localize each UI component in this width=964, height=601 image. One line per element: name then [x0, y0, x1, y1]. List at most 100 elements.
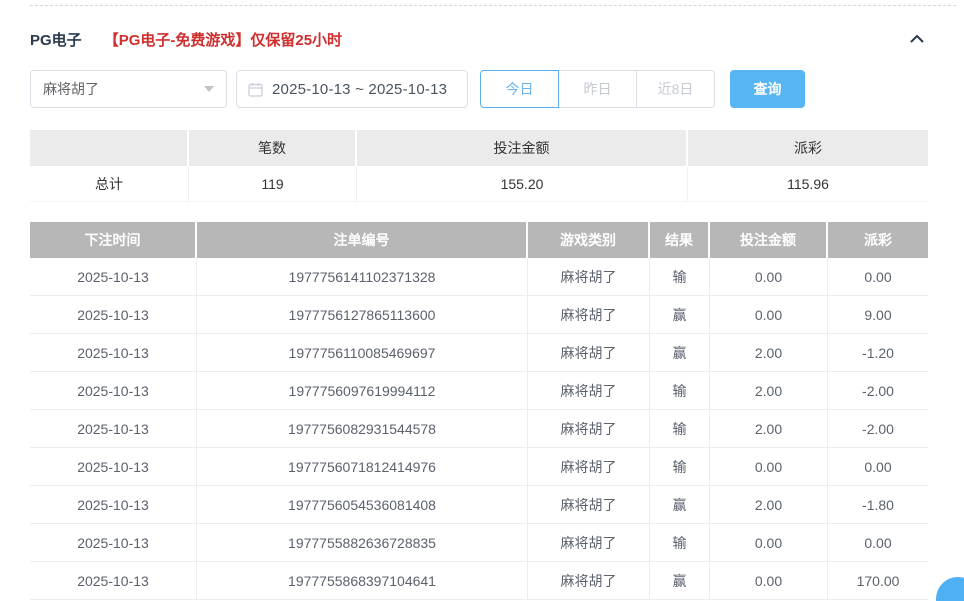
cell-bet-id: 1977756127865113600 — [197, 296, 528, 334]
retention-notice: 【PG电子-免费游戏】仅保留25小时 — [104, 29, 342, 50]
summary-header-bet-amount: 投注金额 — [357, 130, 688, 166]
col-bet-time: 下注时间 — [30, 222, 197, 258]
cell-payout: 170.00 — [828, 562, 928, 600]
cell-game-type: 麻将胡了 — [528, 334, 650, 372]
cell-game-type: 麻将胡了 — [528, 258, 650, 296]
cell-result: 赢 — [650, 296, 710, 334]
summary-header-count: 笔数 — [189, 130, 357, 166]
summary-total-bet-amount: 155.20 — [357, 166, 688, 202]
cell-result: 输 — [650, 372, 710, 410]
cell-bet-amount: 0.00 — [710, 562, 828, 600]
cell-bet-time: 2025-10-13 — [30, 524, 197, 562]
col-bet-amount: 投注金额 — [710, 222, 828, 258]
col-game-type: 游戏类别 — [528, 222, 650, 258]
cell-bet-amount: 0.00 — [710, 296, 828, 334]
cell-bet-time: 2025-10-13 — [30, 334, 197, 372]
cell-payout: -1.20 — [828, 334, 928, 372]
cell-payout: -2.00 — [828, 410, 928, 448]
summary-total-payout: 115.96 — [688, 166, 928, 202]
summary-table: 笔数 投注金额 派彩 总计 119 155.20 115.96 — [30, 130, 928, 202]
cell-bet-time: 2025-10-13 — [30, 448, 197, 486]
cell-result: 赢 — [650, 486, 710, 524]
yesterday-button[interactable]: 昨日 — [558, 70, 637, 108]
caret-down-icon — [204, 86, 214, 92]
cell-bet-id: 1977756071812414976 — [197, 448, 528, 486]
cell-game-type: 麻将胡了 — [528, 562, 650, 600]
panel-header: PG电子 【PG电子-免费游戏】仅保留25小时 — [30, 28, 928, 50]
table-row: 2025-10-13 1977756082931544578 麻将胡了 输 2.… — [30, 410, 928, 448]
cell-bet-amount: 0.00 — [710, 448, 828, 486]
filter-row: 麻将胡了 2025-10-13 ~ 2025-10-13 今日 昨日 近8日 查… — [30, 70, 928, 108]
cell-game-type: 麻将胡了 — [528, 448, 650, 486]
cell-bet-id: 1977755882636728835 — [197, 524, 528, 562]
game-select[interactable]: 麻将胡了 — [30, 70, 227, 108]
cell-bet-amount: 2.00 — [710, 334, 828, 372]
cell-bet-time: 2025-10-13 — [30, 258, 197, 296]
table-row: 2025-10-13 1977755882636728835 麻将胡了 输 0.… — [30, 524, 928, 562]
chevron-up-icon[interactable] — [906, 28, 928, 50]
cell-bet-id: 1977756141102371328 — [197, 258, 528, 296]
cell-result: 输 — [650, 410, 710, 448]
cell-bet-time: 2025-10-13 — [30, 372, 197, 410]
table-row: 2025-10-13 1977756097619994112 麻将胡了 输 2.… — [30, 372, 928, 410]
table-row: 2025-10-13 1977756110085469697 麻将胡了 赢 2.… — [30, 334, 928, 372]
cell-payout: 0.00 — [828, 448, 928, 486]
cell-payout: 9.00 — [828, 296, 928, 334]
summary-total-row: 总计 119 155.20 115.96 — [30, 166, 928, 202]
cell-bet-amount: 2.00 — [710, 372, 828, 410]
date-range-value: 2025-10-13 ~ 2025-10-13 — [272, 81, 447, 98]
cell-game-type: 麻将胡了 — [528, 410, 650, 448]
summary-header-empty — [30, 130, 189, 166]
today-button[interactable]: 今日 — [480, 70, 559, 108]
game-select-value: 麻将胡了 — [43, 79, 99, 99]
cell-game-type: 麻将胡了 — [528, 372, 650, 410]
cell-result: 赢 — [650, 334, 710, 372]
col-result: 结果 — [650, 222, 710, 258]
cell-bet-time: 2025-10-13 — [30, 296, 197, 334]
cell-result: 输 — [650, 524, 710, 562]
cell-result: 输 — [650, 258, 710, 296]
cell-bet-time: 2025-10-13 — [30, 562, 197, 600]
bets-table: 下注时间 注单编号 游戏类别 结果 投注金额 派彩 2025-10-13 197… — [30, 222, 928, 600]
page-title: PG电子 — [30, 29, 82, 50]
table-row: 2025-10-13 1977755868397104641 麻将胡了 赢 0.… — [30, 562, 928, 600]
table-row: 2025-10-13 1977756127865113600 麻将胡了 赢 0.… — [30, 296, 928, 334]
floating-action-button[interactable] — [936, 577, 964, 601]
cell-game-type: 麻将胡了 — [528, 486, 650, 524]
table-row: 2025-10-13 1977756141102371328 麻将胡了 输 0.… — [30, 258, 928, 296]
cell-result: 赢 — [650, 562, 710, 600]
query-button[interactable]: 查询 — [730, 70, 805, 108]
panel-content: PG电子 【PG电子-免费游戏】仅保留25小时 麻将胡了 2025-10-13 … — [30, 6, 928, 600]
cell-game-type: 麻将胡了 — [528, 524, 650, 562]
cell-bet-id: 1977755868397104641 — [197, 562, 528, 600]
cell-bet-time: 2025-10-13 — [30, 410, 197, 448]
summary-total-label: 总计 — [30, 166, 189, 202]
last-8-days-button[interactable]: 近8日 — [636, 70, 715, 108]
summary-header-row: 笔数 投注金额 派彩 — [30, 130, 928, 166]
cell-payout: -2.00 — [828, 372, 928, 410]
col-payout: 派彩 — [828, 222, 928, 258]
cell-bet-amount: 2.00 — [710, 486, 828, 524]
cell-bet-id: 1977756082931544578 — [197, 410, 528, 448]
cell-payout: 0.00 — [828, 524, 928, 562]
cell-game-type: 麻将胡了 — [528, 296, 650, 334]
quick-range-button-group: 今日 昨日 近8日 — [480, 70, 715, 108]
table-row: 2025-10-13 1977756071812414976 麻将胡了 输 0.… — [30, 448, 928, 486]
betting-records-panel: PG电子 【PG电子-免费游戏】仅保留25小时 麻将胡了 2025-10-13 … — [0, 0, 964, 601]
cell-bet-id: 1977756110085469697 — [197, 334, 528, 372]
cell-bet-id: 1977756097619994112 — [197, 372, 528, 410]
cell-payout: -1.80 — [828, 486, 928, 524]
cell-bet-amount: 2.00 — [710, 410, 828, 448]
summary-total-count: 119 — [189, 166, 357, 202]
table-row: 2025-10-13 1977756054536081408 麻将胡了 赢 2.… — [30, 486, 928, 524]
cell-bet-time: 2025-10-13 — [30, 486, 197, 524]
date-range-input[interactable]: 2025-10-13 ~ 2025-10-13 — [236, 70, 468, 108]
cell-result: 输 — [650, 448, 710, 486]
cell-bet-amount: 0.00 — [710, 524, 828, 562]
col-bet-id: 注单编号 — [197, 222, 528, 258]
calendar-icon — [248, 82, 263, 97]
cell-bet-id: 1977756054536081408 — [197, 486, 528, 524]
cell-bet-amount: 0.00 — [710, 258, 828, 296]
bets-table-header: 下注时间 注单编号 游戏类别 结果 投注金额 派彩 — [30, 222, 928, 258]
summary-header-payout: 派彩 — [688, 130, 928, 166]
